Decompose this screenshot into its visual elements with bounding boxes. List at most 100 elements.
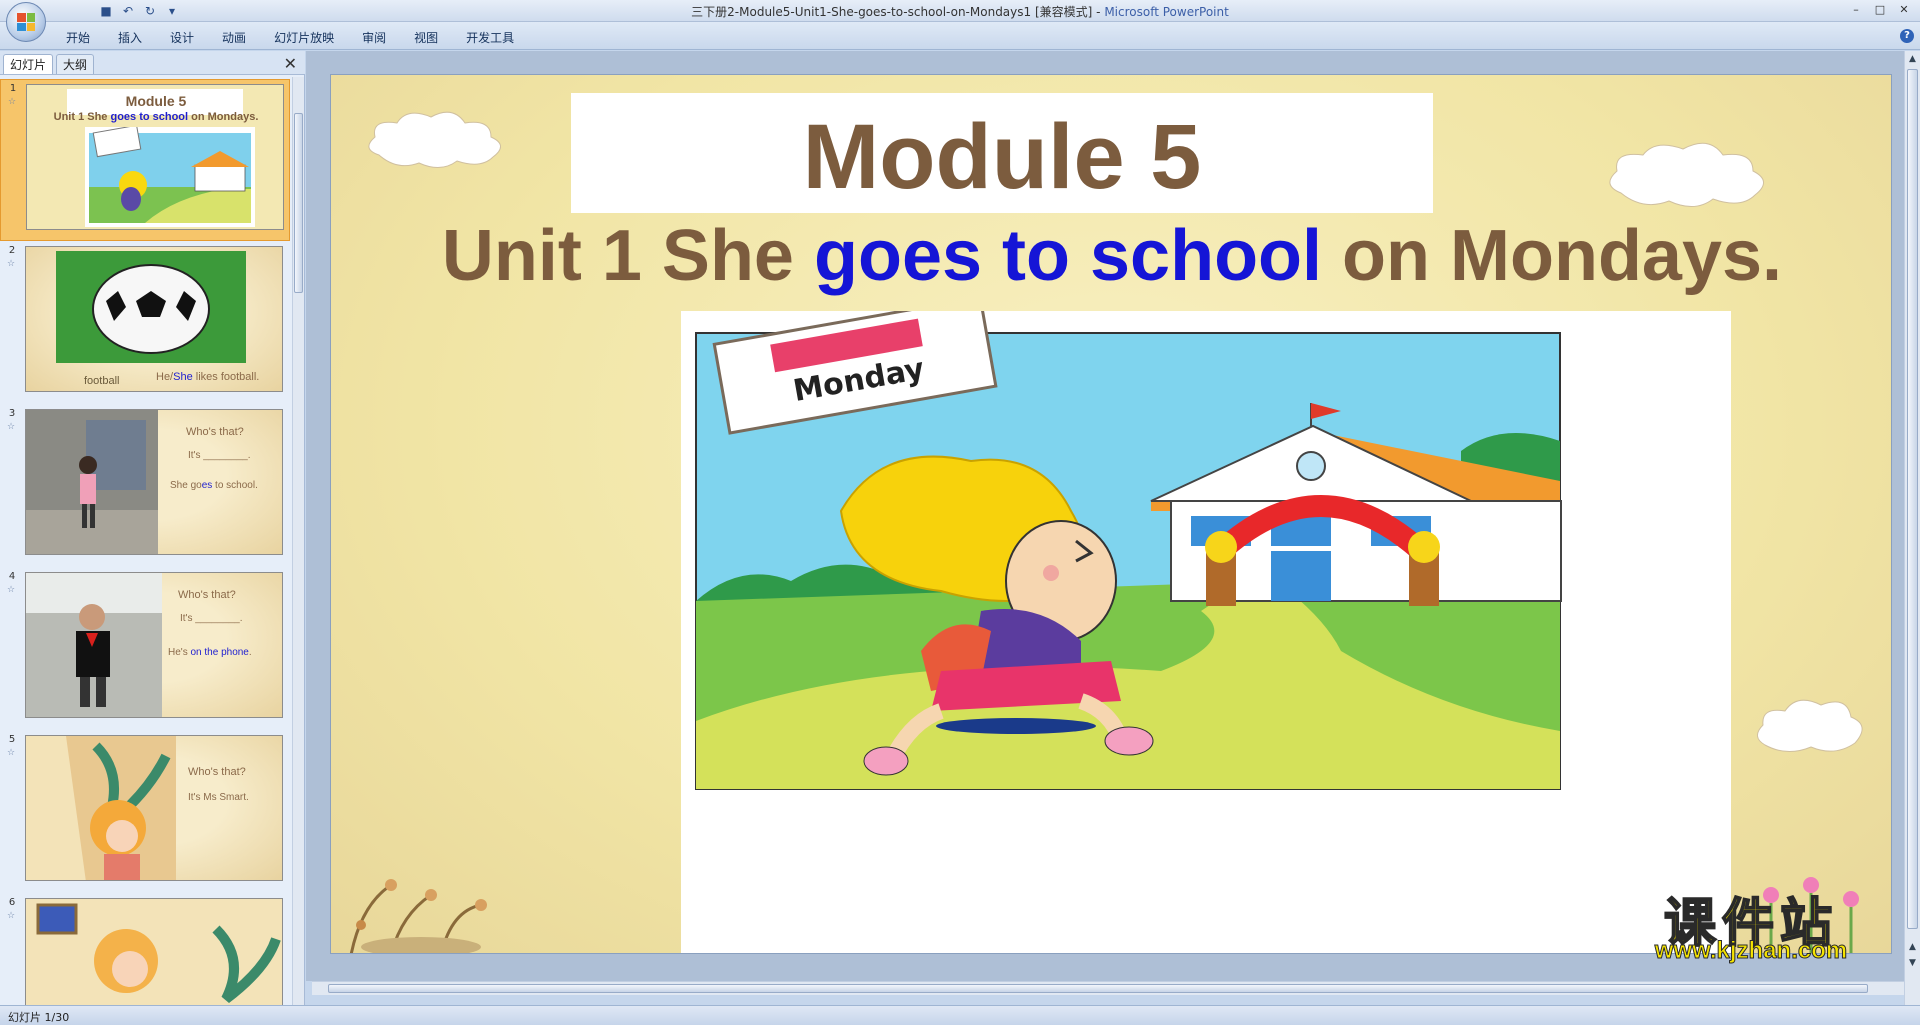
sentence-highlight: es <box>201 480 213 491</box>
slide-canvas[interactable]: Module 5 Unit 1 She goes to school on Mo… <box>330 74 1892 954</box>
tab-view[interactable]: 视图 <box>400 28 452 48</box>
caption-highlight: She <box>173 371 193 383</box>
animation-star-icon: ☆ <box>7 911 16 921</box>
scroll-up-icon[interactable]: ▲ <box>1907 53 1918 65</box>
sentence-part: . <box>248 647 252 658</box>
thumbnail-image: Module 5 Unit 1 She goes to school on Mo… <box>26 84 284 230</box>
cloud-right-icon <box>1609 142 1764 207</box>
thumbnail-image: Who's that? It's ________. He's on the p… <box>25 572 283 718</box>
thumbnail-slide-4[interactable]: 4 ☆ Who's that? It's ________. He's on t… <box>0 568 290 730</box>
slides-pane: 幻灯片 大纲 ✕ 1 ☆ Module 5 Unit 1 She goes to… <box>0 51 305 1005</box>
status-bar: 幻灯片 1/30 <box>0 1005 1920 1025</box>
sentence-part: to school. <box>212 480 258 491</box>
close-button[interactable]: ✕ <box>1892 0 1916 18</box>
thumb-subtitle: Unit 1 She goes to school on Mondays. <box>27 111 283 123</box>
thumb-boy-photo <box>26 573 162 717</box>
tab-outline[interactable]: 大纲 <box>56 54 95 74</box>
thumbnail-list: 1 ☆ Module 5 Unit 1 She goes to school o… <box>0 77 290 1005</box>
thumb-blank-line: It's ________. <box>188 450 251 461</box>
subtitle-highlight: goes to school <box>110 111 189 123</box>
thumb-classroom-illustration <box>26 899 282 1005</box>
subtitle-part: on Mondays. <box>1322 216 1783 296</box>
slide-number: 5 <box>8 734 16 745</box>
thumbnail-slide-2[interactable]: 2 ☆ football He/She likes football. <box>0 242 290 404</box>
slide-number: 4 <box>8 571 16 582</box>
slide-counter: 幻灯片 1/30 <box>8 1011 70 1024</box>
sentence-part: He's <box>168 647 191 658</box>
thumb-title: Module 5 <box>125 93 187 109</box>
animation-star-icon: ☆ <box>7 748 16 758</box>
animation-star-icon: ☆ <box>7 259 16 269</box>
slide-workspace: Module 5 Unit 1 She goes to school on Mo… <box>306 51 1904 981</box>
caption-part: likes football. <box>192 371 260 383</box>
window-title: 三下册2-Module5-Unit1-She-goes-to-school-on… <box>0 3 1920 20</box>
thumb-caption-football: football <box>84 375 120 387</box>
flowers-bottom-left-icon <box>349 879 487 953</box>
help-icon[interactable]: ? <box>1900 29 1914 43</box>
subtitle-highlight: goes to school <box>813 216 1323 296</box>
slide-title[interactable]: Module 5 <box>571 93 1433 213</box>
next-slide-icon[interactable]: ▼ <box>1907 957 1918 969</box>
horizontal-scrollbar[interactable] <box>312 981 1904 995</box>
thumb-blank-line: It's ________. <box>180 613 243 624</box>
tab-design[interactable]: 设计 <box>156 28 208 48</box>
subtitle-part: Unit 1 She <box>53 111 111 123</box>
caption-part: He/ <box>156 371 174 383</box>
slide-number: 1 <box>9 83 17 94</box>
tab-slide-show[interactable]: 幻灯片放映 <box>260 28 348 48</box>
thumb-football-photo <box>56 251 246 363</box>
maximize-button[interactable]: □ <box>1868 0 1892 18</box>
tab-review[interactable]: 审阅 <box>348 28 400 48</box>
thumb-question: Who's that? <box>178 589 236 601</box>
thumb-question: Who's that? <box>188 766 246 778</box>
scroll-thumb[interactable] <box>294 113 303 293</box>
subtitle-part: Unit 1 She <box>441 216 814 296</box>
thumbnail-slide-1[interactable]: 1 ☆ Module 5 Unit 1 She goes to school o… <box>0 79 290 241</box>
thumbnail-slide-5[interactable]: 5 ☆ Who's that? It's Ms Smart. <box>0 731 290 893</box>
vertical-scrollbar[interactable]: ▲ ▲ ▼ <box>1904 51 1920 1005</box>
watermark-url: www.kjzhan.com <box>1654 937 1848 965</box>
thumb-sentence: She goes to school. <box>170 480 258 491</box>
thumb-girl-photo <box>26 410 158 554</box>
thumbnail-image: Who's that? It's Ms Smart. <box>25 735 283 881</box>
animation-star-icon: ☆ <box>7 422 16 432</box>
thumb-sentence: He's on the phone. <box>168 647 252 658</box>
tab-home[interactable]: 开始 <box>52 28 104 48</box>
close-pane-icon[interactable]: ✕ <box>284 54 297 73</box>
office-logo-icon <box>17 13 35 31</box>
scroll-thumb[interactable] <box>328 984 1868 993</box>
subtitle-part: on Mondays. <box>188 111 259 123</box>
scroll-thumb[interactable] <box>1907 69 1918 929</box>
minimize-button[interactable]: – <box>1844 0 1868 18</box>
window-controls: – □ ✕ <box>1844 0 1916 18</box>
app-name: Microsoft PowerPoint <box>1104 5 1229 19</box>
sentence-highlight: on the phone <box>190 647 249 658</box>
animation-star-icon: ☆ <box>7 585 16 595</box>
thumbnail-scrollbar[interactable] <box>292 77 304 1005</box>
tab-slides[interactable]: 幻灯片 <box>3 54 54 74</box>
thumb-question: Who's that? <box>186 426 244 438</box>
document-title: 三下册2-Module5-Unit1-She-goes-to-school-on… <box>691 5 1101 19</box>
thumb-ms-smart-illustration <box>26 736 176 880</box>
tab-developer[interactable]: 开发工具 <box>452 28 528 48</box>
thumb-caption-likes: He/She likes football. <box>156 371 259 383</box>
ribbon-tabs: 开始 插入 设计 动画 幻灯片放映 审阅 视图 开发工具 <box>52 28 528 48</box>
thumbnail-image <box>25 898 283 1005</box>
cloud-bottom-right-icon <box>1757 699 1863 752</box>
ribbon: 开始 插入 设计 动画 幻灯片放映 审阅 视图 开发工具 ? <box>0 22 1920 50</box>
thumbnail-slide-3[interactable]: 3 ☆ Who's that? It's ________. She goes … <box>0 405 290 567</box>
previous-slide-icon[interactable]: ▲ <box>1907 941 1918 953</box>
school-picture[interactable]: Monday <box>681 295 1731 953</box>
sentence-part: She go <box>170 480 202 491</box>
thumbnail-slide-6[interactable]: 6 ☆ <box>0 894 290 1005</box>
tab-animations[interactable]: 动画 <box>208 28 260 48</box>
thumb-school-illustration <box>85 127 255 227</box>
slide-subtitle[interactable]: Unit 1 She goes to school on Mondays. <box>351 215 1873 297</box>
title-bar: ■ ↶ ↻ ▾ 三下册2-Module5-Unit1-She-goes-to-s… <box>0 0 1920 22</box>
office-button[interactable] <box>6 2 46 42</box>
watermark-logo: 课件站 www.kjzhan.com <box>1636 881 1866 965</box>
tab-insert[interactable]: 插入 <box>104 28 156 48</box>
thumb-answer: It's Ms Smart. <box>188 792 249 803</box>
girl-going-to-school-illustration: Monday <box>695 295 1562 790</box>
slide-number: 6 <box>8 897 16 908</box>
